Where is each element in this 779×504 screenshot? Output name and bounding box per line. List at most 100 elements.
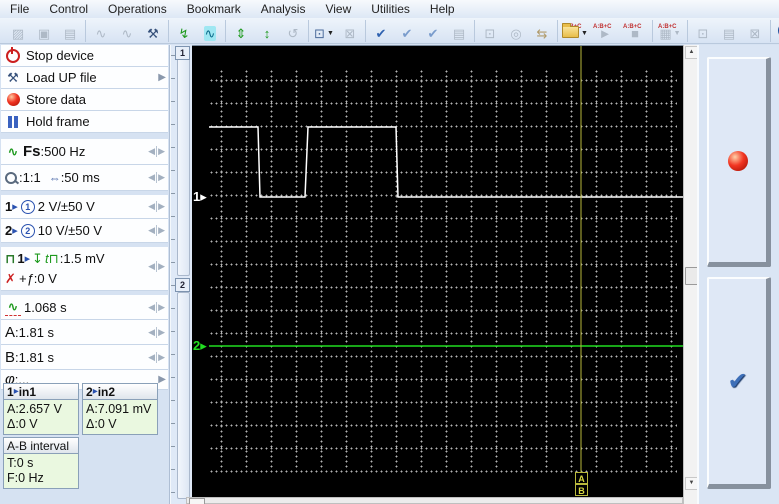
display-setup-icon[interactable]: ⊡ ▼ [312, 19, 336, 42]
spin-left-icon[interactable]: ◀ [147, 201, 156, 212]
cursor-a-spinner[interactable]: ◀ ▶ [147, 326, 166, 338]
paste-signal-icon[interactable]: ∿ [115, 19, 139, 42]
scope-display[interactable]: 1▸ 2▸ A B [192, 45, 683, 497]
spin-left-icon[interactable]: ◀ [147, 302, 156, 313]
menu-item-utilities[interactable]: Utilities [361, 1, 420, 17]
impulse-icon[interactable]: ↯ [172, 19, 196, 42]
copy-signal-icon[interactable]: ∿ [89, 19, 113, 42]
confirm-button[interactable]: ✔ [707, 277, 771, 489]
trigger-spinner[interactable]: ◀ ▶ [147, 261, 166, 272]
spin-left-icon[interactable]: ◀ [147, 225, 156, 236]
open-file-icon[interactable]: ▨ [6, 19, 30, 42]
channel1-marker[interactable]: 1▸ [193, 189, 207, 205]
spin-right-icon[interactable]: ▶ [156, 261, 166, 272]
load-up-file-button[interactable]: ⚒ Load UP file ▶ [1, 67, 168, 89]
record-button[interactable] [707, 57, 771, 267]
vertical-position-sliders[interactable]: 1 2 [170, 45, 192, 504]
channel1-range-row[interactable]: 1 ▸ 1 2 V/±50 V ◀ ▶ [1, 195, 168, 219]
cursor-b-handle[interactable]: B [575, 484, 588, 496]
monitor-signal-icon[interactable]: ⊡ [691, 19, 715, 42]
abc-stop-caption: A:B+C [623, 24, 642, 30]
frame-signal-icon[interactable]: ⊡ [478, 19, 502, 42]
menu-item-analysis[interactable]: Analysis [251, 1, 316, 17]
channel2-marker[interactable]: 2▸ [193, 338, 207, 354]
measure-cursors-icon[interactable]: ⇆ [530, 19, 554, 42]
channel1-position-slider[interactable] [177, 58, 190, 276]
help-icon[interactable]: ? [774, 19, 779, 42]
spin-left-icon[interactable]: ◀ [147, 172, 156, 183]
stop-device-button[interactable]: Stop device [1, 45, 168, 67]
cursor-b-row[interactable]: B :1.81 s ◀ ▶ [1, 345, 168, 370]
select-signal-icon[interactable]: ∿ [198, 19, 222, 42]
spin-left-icon[interactable]: ◀ [147, 327, 156, 338]
channel1-range-value: 2 V/±50 V [37, 199, 95, 214]
sample-rate-row[interactable]: ∿ Fs :500 Hz ◀ ▶ [1, 139, 168, 165]
right-button-panel: ✔ [697, 45, 779, 504]
channel2-position-slider[interactable] [177, 292, 190, 499]
sample-rate-spinner[interactable]: ◀ ▶ [147, 146, 166, 157]
spin-right-icon[interactable]: ▶ [156, 351, 166, 363]
period-spinner[interactable]: ◀ ▶ [147, 301, 166, 313]
abc-open-dropdown-icon[interactable]: ▼ [581, 26, 588, 41]
zoom-spinner[interactable]: ◀ ▶ [147, 172, 166, 183]
spin-right-icon[interactable]: ▶ [156, 301, 166, 313]
spin-left-icon[interactable]: ◀ [147, 261, 156, 272]
no-hysteresis-icon: ✗ [5, 270, 16, 286]
spin-right-icon[interactable]: ▶ [156, 326, 166, 338]
undo-icon[interactable]: ↺ [281, 19, 305, 42]
measure-box-ab-interval[interactable]: A-B interval T:0 s F:0 Hz [3, 437, 79, 489]
menu-item-file[interactable]: File [0, 1, 39, 17]
menu-item-control[interactable]: Control [39, 1, 98, 17]
notes-icon[interactable]: ▤ [447, 19, 471, 42]
abc-stop-icon[interactable]: A:B+C ■ [621, 19, 649, 42]
slider-label-2: 2 [175, 278, 190, 292]
menu-item-bookmark[interactable]: Bookmark [177, 1, 251, 17]
zoom-window-row[interactable]: :1:1 ⇔ :50 ms ◀ ▶ [1, 165, 168, 191]
menu-item-operations[interactable]: Operations [98, 1, 177, 17]
setup-save-icon[interactable]: ⚒ [141, 19, 165, 42]
cursor-b-spinner[interactable]: ◀ ▶ [147, 351, 166, 363]
print-icon[interactable]: ▤ [58, 19, 82, 42]
toolbar-group: ⊡ ▤ ⊠ [688, 19, 771, 42]
measure-cursors-glyph: ⇆ [536, 26, 548, 41]
spin-left-icon[interactable]: ◀ [147, 146, 156, 157]
zoom-expand-vertical-icon[interactable]: ⇕ [229, 19, 253, 42]
horizontal-scroll-thumb[interactable] [189, 498, 205, 504]
in1-amplitude-value: A:2.657 V [7, 402, 62, 416]
channel2-range-row[interactable]: 2 ▸ 2 10 V/±50 V ◀ ▶ [1, 219, 168, 243]
period-row[interactable]: ∿ 1.068 s ◀ ▶ [1, 295, 168, 320]
abc-panel-icon[interactable]: A:B+C ▦ ▼ [656, 19, 684, 42]
save-file-icon[interactable]: ▣ [32, 19, 56, 42]
display-off-icon[interactable]: ⊠ [338, 19, 362, 42]
cursor-a-row[interactable]: A :1.81 s ◀ ▶ [1, 320, 168, 345]
hold-frame-button[interactable]: Hold frame [1, 111, 168, 133]
zoom-document-icon[interactable]: ◎ [504, 19, 528, 42]
toolbar-group: A:B+C ▦ ▼ [653, 19, 688, 42]
channel2-spinner[interactable]: ◀ ▶ [147, 225, 166, 236]
confirm-next-icon[interactable]: ✔ [421, 19, 445, 42]
confirm-icon[interactable]: ✔ [369, 19, 393, 42]
confirm-down-icon[interactable]: ✔ [395, 19, 419, 42]
spin-right-icon[interactable]: ▶ [156, 146, 166, 157]
scope-horizontal-scrollbar[interactable] [186, 497, 683, 504]
measure-box-in1[interactable]: 1 ▸ in1 A:2.657 V Δ:0 V [3, 383, 79, 435]
spin-right-icon[interactable]: ▶ [156, 172, 166, 183]
report-icon[interactable]: ▤ [717, 19, 741, 42]
scope-vertical-scrollbar[interactable]: ▲ ▼ [683, 45, 698, 504]
abc-run-icon[interactable]: A:B+C ► [591, 19, 619, 42]
monitor-close-icon[interactable]: ⊠ [743, 19, 767, 42]
store-data-button[interactable]: Store data [1, 89, 168, 111]
spin-left-icon[interactable]: ◀ [147, 352, 156, 363]
measure-box-in2[interactable]: 2 ▸ in2 A:7.091 mV Δ:0 V [82, 383, 158, 435]
spin-right-icon[interactable]: ▶ [156, 225, 166, 236]
menu-item-help[interactable]: Help [420, 1, 465, 17]
display-setup-dropdown-icon[interactable]: ▼ [327, 26, 334, 41]
cursor-a-handle[interactable]: A [575, 472, 588, 484]
trigger-settings-row[interactable]: ⊓ 1 ▸ ↧ t⊓ :1.5 mV ✗ +ƒ :0 V ◀ ▶ [1, 247, 168, 291]
spin-right-icon[interactable]: ▶ [156, 201, 166, 212]
measure-box-in1-num: 1 [7, 384, 14, 399]
zoom-compress-vertical-icon[interactable]: ↕ [255, 19, 279, 42]
menu-item-view[interactable]: View [315, 1, 361, 17]
channel1-spinner[interactable]: ◀ ▶ [147, 201, 166, 212]
abc-open-icon[interactable]: A:B+C▼ [561, 19, 589, 42]
